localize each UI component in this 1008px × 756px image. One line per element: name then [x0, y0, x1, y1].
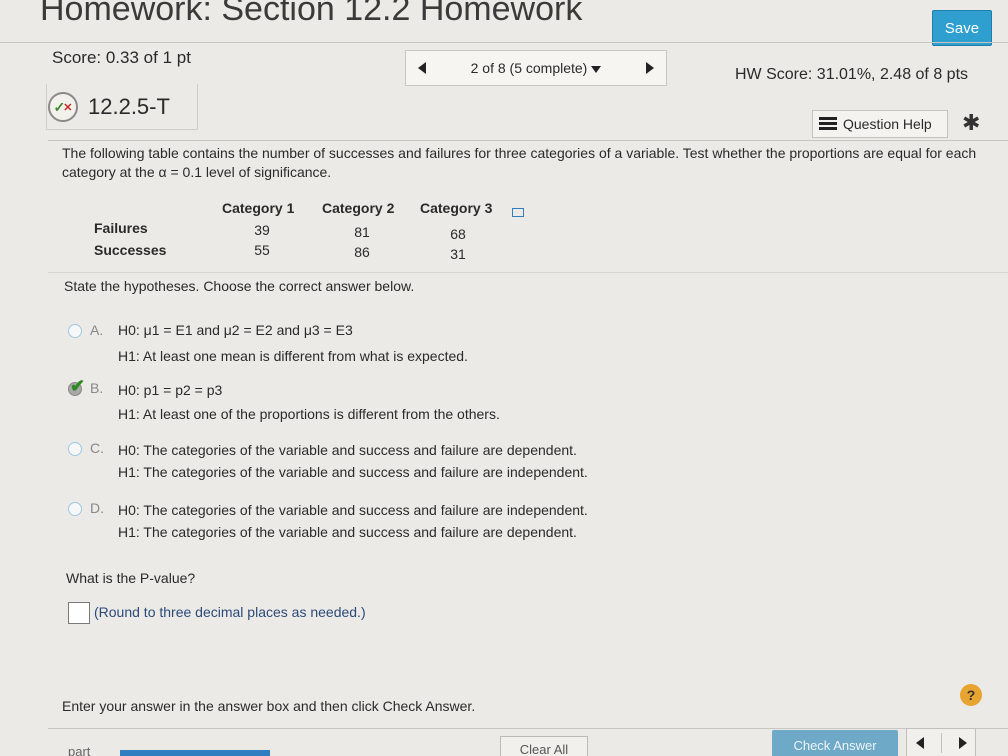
part-label: part: [68, 744, 91, 756]
table-divider: [48, 272, 1008, 273]
correct-check-icon: ✔: [70, 376, 86, 396]
null-hypothesis: H0: The categories of the variable and s…: [118, 442, 577, 458]
pvalue-question: What is the P-value?: [66, 570, 196, 586]
hypotheses-instruction: State the hypotheses. Choose the correct…: [64, 278, 415, 294]
next-question-icon[interactable]: [645, 62, 654, 74]
score-text: Score: 0.33 of 1 pt: [52, 48, 191, 67]
dropdown-icon: [591, 65, 602, 73]
row-label: Successes: [94, 242, 167, 258]
list-icon: [819, 117, 837, 131]
partial-credit-icon: ✓ ✕: [48, 92, 78, 122]
radio-button[interactable]: [68, 442, 82, 456]
column-header: Category 3: [420, 200, 493, 216]
radio-button[interactable]: [68, 502, 82, 516]
alternative-hypothesis: H1: At least one mean is different from …: [118, 348, 468, 364]
column-header: Category 2: [322, 200, 395, 216]
column-header: Category 1: [222, 200, 295, 216]
footer-divider: [48, 728, 1008, 729]
check-answer-button[interactable]: Check Answer: [772, 730, 898, 756]
alternative-hypothesis: H1: The categories of the variable and s…: [118, 464, 588, 480]
question-help-label: Question Help: [843, 116, 932, 132]
question-selector[interactable]: 2 of 8 (5 complete): [471, 60, 602, 76]
question-divider: [48, 140, 1008, 141]
copy-table-icon[interactable]: [512, 208, 524, 217]
question-prompt: The following table contains the number …: [62, 145, 977, 180]
page-title: Homework: Section 12.2 Homework: [40, 0, 583, 28]
header-divider: [0, 42, 1008, 43]
null-hypothesis: H0: p1 = p2 = p3: [118, 382, 223, 398]
gear-icon[interactable]: ✱: [962, 112, 980, 134]
hw-score-text: HW Score: 31.01%, 2.48 of 8 pts: [735, 66, 969, 83]
question-id-row: ✓ ✕ 12.2.5-T: [48, 88, 170, 126]
part-progress-bar: [120, 750, 270, 756]
pvalue-answer-input[interactable]: [68, 602, 90, 624]
radio-button[interactable]: [68, 324, 82, 338]
table-cell: 81: [354, 224, 370, 240]
table-cell: 31: [450, 246, 466, 262]
previous-question-icon[interactable]: [418, 62, 426, 74]
question-nav-arrows: [906, 728, 976, 756]
question-position: 2 of 8 (5 complete): [470, 60, 588, 76]
alternative-hypothesis: H1: At least one of the proportions is d…: [118, 406, 500, 422]
save-button[interactable]: Save: [932, 10, 992, 46]
table-cell: 55: [254, 242, 270, 258]
next-arrow-icon[interactable]: [958, 737, 967, 749]
alternative-hypothesis: H1: The categories of the variable and s…: [118, 524, 577, 540]
question-navigator: 2 of 8 (5 complete): [405, 50, 667, 86]
previous-arrow-icon[interactable]: [915, 737, 924, 749]
option-letter: B.: [90, 380, 104, 396]
option-letter: C.: [90, 440, 104, 456]
arrow-separator: [940, 733, 942, 753]
clear-all-button[interactable]: Clear All: [500, 736, 588, 756]
option-letter: A.: [90, 322, 104, 338]
table-cell: 39: [254, 222, 270, 238]
option-letter: D.: [90, 500, 104, 516]
null-hypothesis: H0: The categories of the variable and s…: [118, 502, 588, 518]
footer-instruction: Enter your answer in the answer box and …: [62, 698, 476, 714]
question-help-button[interactable]: Question Help: [812, 110, 948, 138]
rounding-hint: (Round to three decimal places as needed…: [94, 604, 366, 620]
table-cell: 86: [354, 244, 370, 260]
null-hypothesis: H0: μ1 = E1 and μ2 = E2 and μ3 = E3: [118, 322, 353, 338]
help-icon[interactable]: ?: [960, 684, 982, 706]
question-id: 12.2.5-T: [88, 94, 170, 119]
row-label: Failures: [94, 220, 148, 236]
table-cell: 68: [450, 226, 466, 242]
